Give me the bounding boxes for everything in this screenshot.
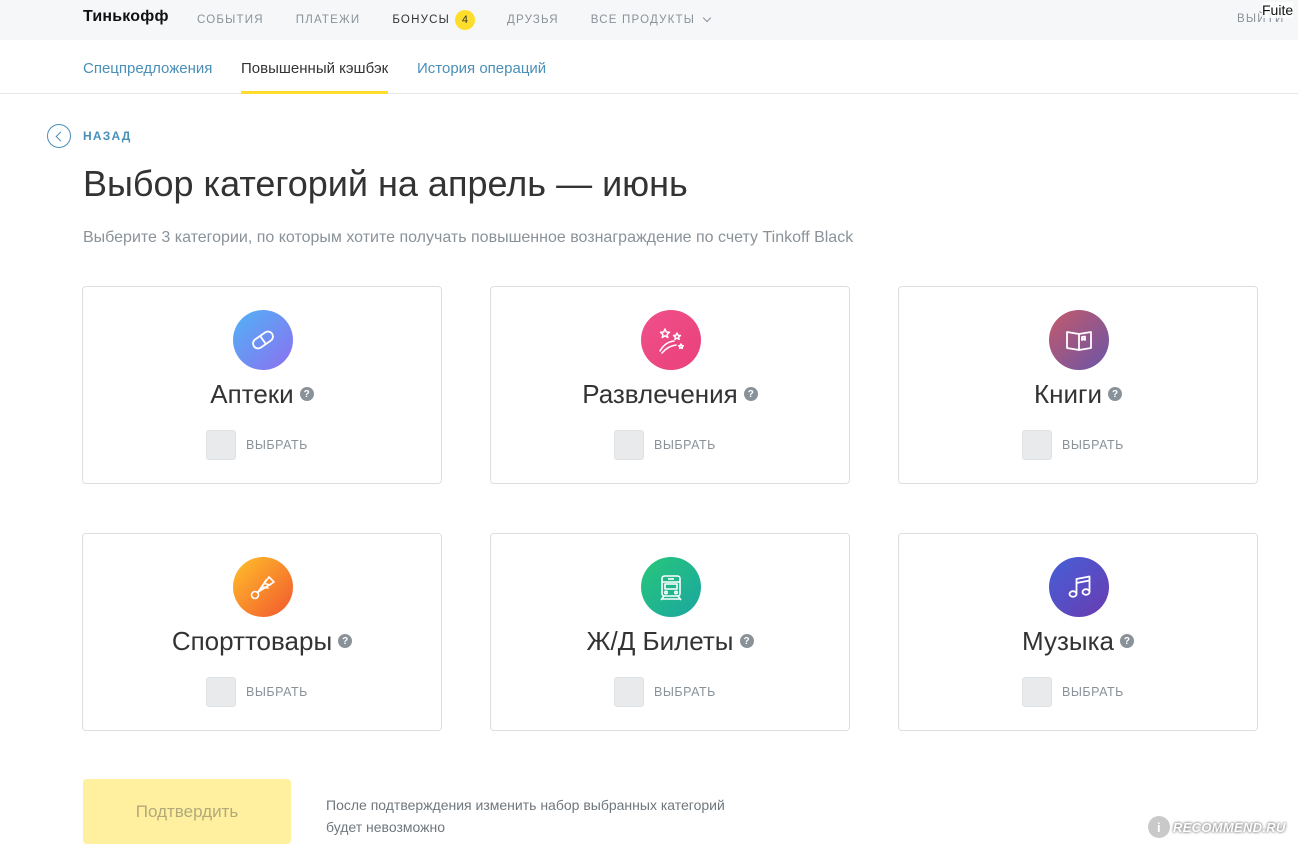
category-name: Аптеки xyxy=(210,379,294,409)
choose-checkbox[interactable]: Выбрать xyxy=(1022,677,1124,707)
choose-label: Выбрать xyxy=(246,438,308,452)
category-name: Ж/Д Билеты xyxy=(586,626,734,656)
category-title: Спорттовары? xyxy=(83,626,441,657)
category-title: Развлечения? xyxy=(491,379,849,410)
logo[interactable]: Тинькофф xyxy=(83,8,169,26)
category-name: Развлечения xyxy=(582,379,738,409)
top-bar: Тинькофф События Платежи Бонусы 4 Друзья … xyxy=(0,0,1298,40)
confirm-note: После подтверждения изменить набор выбра… xyxy=(326,797,725,835)
category-name: Спорттовары xyxy=(171,626,333,656)
tab-increased-cashback[interactable]: Повышенный кэшбэк xyxy=(241,60,389,94)
page-title: Выбор категорий на апрель — июнь xyxy=(83,163,688,204)
book-icon[interactable] xyxy=(1049,310,1109,370)
confirm-button[interactable]: Подтвердить xyxy=(83,779,291,844)
help-icon[interactable]: ? xyxy=(1108,387,1123,402)
category-title: Ж/Д Билеты? xyxy=(491,626,849,657)
watermark-logo-icon: i xyxy=(1148,816,1170,838)
tab-special-offers[interactable]: Спецпредложения xyxy=(83,60,212,77)
watermark-text: RECOMMEND.RU xyxy=(1173,819,1286,835)
choose-checkbox[interactable]: Выбрать xyxy=(206,430,308,460)
nav-item-events[interactable]: События xyxy=(197,14,264,26)
help-icon[interactable]: ? xyxy=(739,634,754,649)
sub-tabs: Спецпредложения Повышенный кэшбэк Истори… xyxy=(0,40,1298,94)
shuttlecock-icon[interactable] xyxy=(233,557,293,617)
choose-label: Выбрать xyxy=(654,685,716,699)
chevron-down-icon xyxy=(702,13,712,23)
checkbox[interactable] xyxy=(1022,430,1052,460)
nav-label: Друзья xyxy=(506,14,559,26)
top-nav: События Платежи Бонусы 4 Друзья Все проду… xyxy=(197,0,742,40)
music-note-icon[interactable] xyxy=(1049,557,1109,617)
category-name: Музыка xyxy=(1022,626,1114,656)
choose-label: Выбрать xyxy=(1062,438,1124,452)
checkbox[interactable] xyxy=(206,430,236,460)
category-title: Аптеки? xyxy=(83,379,441,410)
checkbox[interactable] xyxy=(614,677,644,707)
nav-label: Бонусы xyxy=(392,14,450,26)
watermark: i RECOMMEND.RU xyxy=(1148,816,1286,838)
category-card-train-tickets: Ж/Д Билеты? Выбрать xyxy=(490,533,850,731)
checkbox[interactable] xyxy=(1022,677,1052,707)
help-icon[interactable]: ? xyxy=(299,387,314,402)
help-icon[interactable]: ? xyxy=(743,387,758,402)
back-label: Назад xyxy=(83,129,132,143)
nav-label: События xyxy=(197,14,264,26)
category-card-sports: Спорттовары? Выбрать xyxy=(82,533,442,731)
choose-checkbox[interactable]: Выбрать xyxy=(614,430,716,460)
nav-label: Платежи xyxy=(295,14,361,26)
choose-label: Выбрать xyxy=(654,438,716,452)
help-icon[interactable]: ? xyxy=(338,634,353,649)
nav-item-payments[interactable]: Платежи xyxy=(296,14,361,26)
category-title: Книги? xyxy=(899,379,1257,410)
choose-label: Выбрать xyxy=(246,685,308,699)
back-arrow-icon xyxy=(47,124,71,148)
nav-label: Все продукты xyxy=(590,14,696,26)
choose-checkbox[interactable]: Выбрать xyxy=(206,677,308,707)
choose-checkbox[interactable]: Выбрать xyxy=(1022,430,1124,460)
checkbox[interactable] xyxy=(206,677,236,707)
category-name: Книги xyxy=(1033,379,1103,409)
category-card-music: Музыка? Выбрать xyxy=(898,533,1258,731)
nav-item-bonuses[interactable]: Бонусы 4 xyxy=(392,10,475,30)
tab-operations-history[interactable]: История операций xyxy=(417,60,546,77)
bonus-count-badge: 4 xyxy=(454,10,475,30)
fireworks-icon[interactable] xyxy=(641,310,701,370)
category-card-entertainment: Развлечения? Выбрать xyxy=(490,286,850,484)
checkbox[interactable] xyxy=(614,430,644,460)
page-subtitle: Выберите 3 категории, по которым хотите … xyxy=(83,229,854,246)
pill-icon[interactable] xyxy=(233,310,293,370)
category-title: Музыка? xyxy=(899,626,1257,657)
category-card-books: Книги? Выбрать xyxy=(898,286,1258,484)
back-link[interactable]: Назад xyxy=(47,124,132,148)
choose-checkbox[interactable]: Выбрать xyxy=(614,677,716,707)
help-icon[interactable]: ? xyxy=(1119,634,1134,649)
nav-item-friends[interactable]: Друзья xyxy=(507,14,559,26)
category-card-pharmacy: Аптеки? Выбрать xyxy=(82,286,442,484)
overlay-text: Fuite xyxy=(1262,2,1294,18)
choose-label: Выбрать xyxy=(1062,685,1124,699)
train-icon[interactable] xyxy=(641,557,701,617)
nav-item-all-products[interactable]: Все продукты xyxy=(590,13,712,26)
